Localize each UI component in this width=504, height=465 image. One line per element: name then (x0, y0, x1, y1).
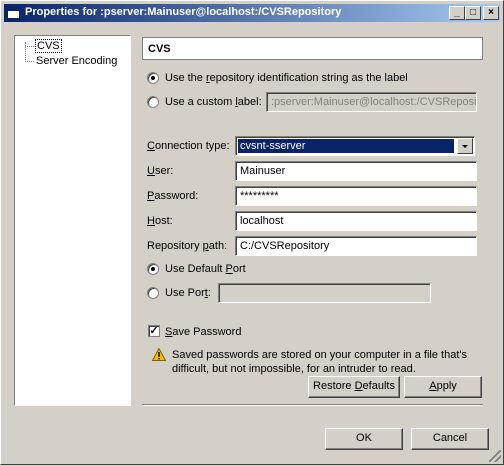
minimize-button[interactable]: _ (449, 6, 465, 20)
host-label: Host: (147, 215, 173, 227)
custom-port-label[interactable]: Use Port: (165, 287, 211, 299)
window-icon (7, 7, 20, 19)
custom-port-radio[interactable] (147, 287, 159, 299)
repo-id-label-radio[interactable] (147, 72, 159, 84)
chevron-down-icon[interactable] (457, 138, 473, 154)
tree-item-server-encoding[interactable]: Server Encoding (35, 55, 118, 67)
title-bar[interactable]: Properties for :pserver:Mainuser@localho… (4, 4, 500, 22)
host-field[interactable]: localhost (235, 211, 477, 231)
close-button[interactable]: × (483, 6, 499, 20)
save-password-note: Saved passwords are stored on your compu… (172, 349, 467, 375)
properties-dialog: Properties for :pserver:Mainuser@localho… (0, 0, 504, 465)
custom-label-field[interactable]: :pserver:Mainuser@localhost:/CVSReposito (266, 92, 477, 112)
tree-connector (25, 42, 26, 60)
window-title: Properties for :pserver:Mainuser@localho… (25, 6, 342, 18)
password-field[interactable]: ********* (235, 186, 477, 206)
ok-button[interactable]: OK (325, 428, 403, 450)
save-password-checkbox[interactable]: ✓ (148, 325, 160, 337)
property-page-tree: CVS Server Encoding (14, 35, 131, 406)
maximize-button[interactable]: □ (465, 6, 481, 20)
password-label: Password: (147, 190, 199, 202)
button-separator (142, 404, 483, 406)
tree-item-cvs[interactable]: CVS (35, 39, 62, 53)
tree-connector (25, 61, 34, 62)
connection-type-value: cvsnt-sserver (238, 139, 454, 153)
cancel-button[interactable]: Cancel (411, 428, 489, 450)
user-field[interactable]: Mainuser (235, 161, 477, 181)
repo-id-label-text[interactable]: Use the repository identification string… (165, 72, 408, 84)
default-port-label[interactable]: Use Default Port (165, 263, 246, 275)
save-password-label[interactable]: Save Password (165, 326, 241, 338)
tree-connector (25, 46, 34, 47)
repository-path-field[interactable]: C:/CVSRepository (235, 236, 477, 256)
connection-type-label: Connection type: (147, 140, 230, 152)
warning-icon (152, 348, 166, 361)
page-title: CVS (148, 43, 171, 55)
user-label: User: (147, 165, 174, 177)
apply-button[interactable]: Apply (404, 376, 482, 398)
resize-grip[interactable] (489, 450, 501, 462)
default-port-radio[interactable] (147, 263, 159, 275)
repository-path-label: Repository path: (147, 240, 228, 252)
custom-label-radio[interactable] (147, 96, 159, 108)
custom-port-field[interactable] (218, 283, 431, 303)
restore-defaults-button[interactable]: Restore Defaults (308, 376, 400, 398)
connection-type-select[interactable]: cvsnt-sserver (235, 136, 475, 156)
custom-label-text[interactable]: Use a custom label: (165, 96, 262, 108)
page-header: CVS (142, 37, 483, 60)
